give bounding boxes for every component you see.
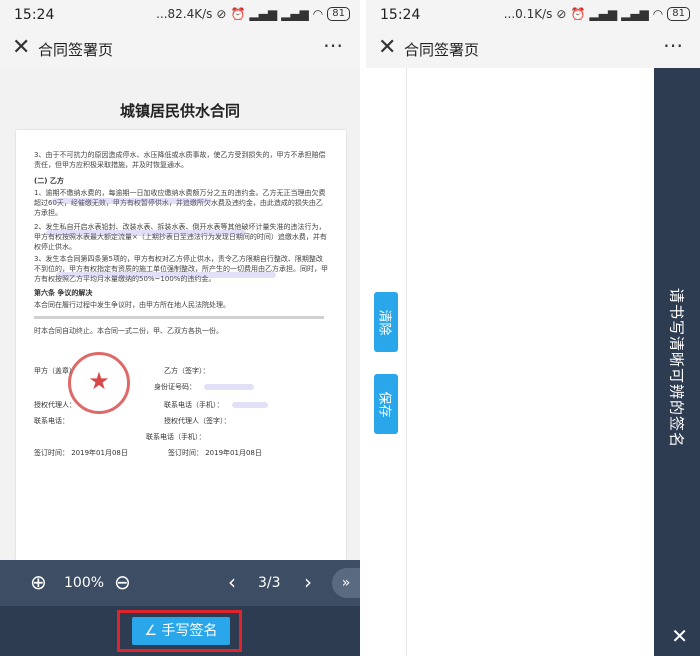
close-signature-icon[interactable]: ✕: [671, 624, 688, 648]
zoom-level: 100%: [64, 575, 105, 591]
sign-bar: ∠ 手写签名: [0, 606, 360, 656]
left-screen: 15:24 ...82.4K/s ⊘ ⏰ ▂▄▆ ▂▄▆ ◠ 81 ✕ 合同签署…: [0, 0, 360, 656]
more-icon[interactable]: ⋯: [663, 33, 684, 57]
paragraph: 3、由于不可抗力的原因造成停水、水压降低或水质事故，使乙方受到损失的，甲方不承担…: [34, 151, 326, 169]
redacted-line: [34, 316, 324, 319]
wifi-icon: ◠: [652, 7, 664, 21]
clear-label: 清除: [376, 308, 392, 336]
redaction-mark: [56, 272, 276, 278]
document-page: 3、由于不可抗力的原因造成停水、水压降低或水质事故，使乙方受到损失的，甲方不承担…: [16, 130, 346, 560]
signal-icon: ▂▄▆: [589, 7, 618, 21]
party-b-label: 乙方（签字）：: [164, 367, 210, 375]
paragraph: 时本合同自动终止。本合同一式二份，甲、乙双方各执一份。: [34, 327, 223, 335]
next-page-icon[interactable]: ›: [304, 570, 312, 594]
signature-hint-panel: 请书写清晰可辨的签名 ✕: [654, 68, 700, 656]
paragraph: 3、发生本合同第四条第5项的，甲方有权对乙方停止供水，责令乙方限期自行整改、限期…: [34, 255, 328, 283]
paragraph: 2、发生私自开启水表铅封、改装水表、拆装水表、倒开水表等其他破坏计量失准的违法行…: [34, 223, 327, 251]
battery-icon: 81: [667, 7, 690, 21]
party-a-label: 甲方（盖章）: [34, 367, 76, 375]
right-screen: 15:24 ...0.1K/s ⊘ ⏰ ▂▄▆ ▂▄▆ ◠ 81 ✕ 合同签署页…: [366, 0, 700, 656]
status-bar: 15:24 ...0.1K/s ⊘ ⏰ ▂▄▆ ▂▄▆ ◠ 81: [366, 0, 700, 30]
document-title: 城镇居民供水合同: [119, 102, 240, 120]
zoom-out-icon[interactable]: ⊖: [114, 570, 131, 594]
battery-icon: 81: [327, 7, 350, 21]
wifi-icon: ◠: [312, 7, 324, 21]
page-title: 合同签署页: [404, 41, 480, 59]
clear-button[interactable]: 清除: [374, 292, 398, 352]
paragraph: 本合同在履行过程中发生争议时，由甲方所在地人民法院处理。: [34, 301, 230, 309]
handwrite-sign-button[interactable]: ∠ 手写签名: [132, 617, 230, 645]
close-icon[interactable]: ✕: [378, 35, 396, 60]
redaction-mark: [232, 402, 268, 408]
close-icon[interactable]: ✕: [12, 35, 30, 60]
signal2-icon: ▂▄▆: [621, 7, 649, 21]
nav-bar: ✕ 合同签署页 ⋯: [0, 30, 360, 68]
mobile-label: 联系电话（手机）：: [164, 401, 224, 409]
alarm-icon: ⏰: [230, 7, 246, 21]
section-heading: (二) 乙方: [34, 177, 64, 185]
document-viewer[interactable]: 城镇居民供水合同 3、由于不可抗力的原因造成停水、水压降低或水质事故，使乙方受到…: [0, 68, 360, 560]
status-time: 15:24: [14, 7, 55, 23]
page-title: 合同签署页: [38, 41, 114, 59]
signal-icon: ▂▄▆: [249, 7, 278, 21]
handwrite-sign-label: 手写签名: [161, 623, 218, 639]
company-seal: ★: [68, 352, 130, 414]
alarm-icon: ⏰: [570, 7, 586, 21]
article-heading: 第六条 争议的解决: [34, 289, 93, 297]
more-icon[interactable]: ⋯: [323, 33, 344, 57]
save-label: 保存: [376, 390, 392, 418]
contact-a-label: 联系电话：: [34, 417, 69, 425]
vibrate-icon: ⊘: [216, 7, 227, 21]
page-indicator: 3/3: [258, 575, 281, 591]
prev-page-icon[interactable]: ‹: [228, 570, 236, 594]
network-speed: ...82.4K/s: [156, 7, 213, 21]
canvas-divider: [406, 68, 407, 656]
redaction-mark: [46, 230, 246, 236]
id-number-label: 身份证号码：: [154, 383, 196, 391]
zoom-in-icon[interactable]: ⊕: [30, 570, 47, 594]
nav-bar: ✕ 合同签署页 ⋯: [366, 30, 700, 68]
vibrate-icon: ⊘: [556, 7, 567, 21]
expand-icon[interactable]: »: [332, 568, 360, 598]
agent-b-label: 授权代理人（签字）：: [164, 417, 231, 425]
pen-icon: ∠: [144, 623, 158, 639]
viewer-toolbar: ⊕ 100% ⊖ ‹ 3/3 › »: [0, 560, 360, 606]
network-speed: ...0.1K/s: [503, 7, 553, 21]
signature-canvas[interactable]: 清除 保存 请书写清晰可辨的签名 ✕: [366, 68, 700, 656]
status-time: 15:24: [380, 7, 421, 23]
signature-hint: 请书写清晰可辨的签名: [667, 287, 686, 449]
mobile-label-2: 联系电话（手机）：: [146, 433, 206, 441]
redaction-mark: [52, 198, 212, 204]
sign-time-a: 签订时间： 2019年01月08日: [34, 449, 128, 457]
redaction-mark: [204, 384, 254, 390]
signal2-icon: ▂▄▆: [281, 7, 309, 21]
sign-time-b: 签订时间： 2019年01月08日: [168, 449, 262, 457]
agent-a-label: 授权代理人：: [34, 401, 76, 409]
save-button[interactable]: 保存: [374, 374, 398, 434]
status-bar: 15:24 ...82.4K/s ⊘ ⏰ ▂▄▆ ▂▄▆ ◠ 81: [0, 0, 360, 30]
